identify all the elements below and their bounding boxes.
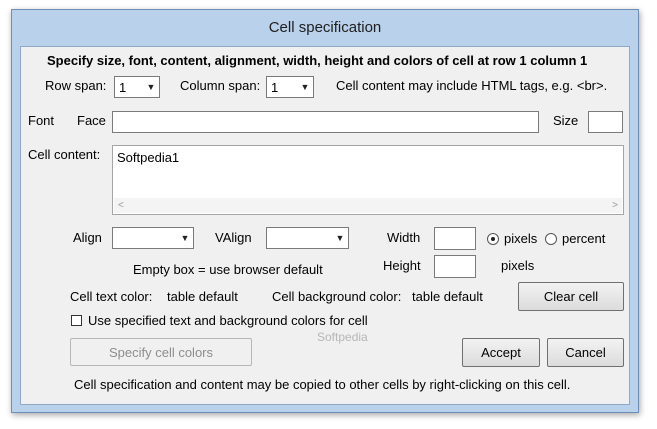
chevron-down-icon: ▼ xyxy=(180,233,190,243)
percent-radio-label: percent xyxy=(562,231,606,246)
text-color-label: Cell text color: xyxy=(70,289,153,304)
pixels-radio-label: pixels xyxy=(504,231,538,246)
width-input[interactable] xyxy=(434,227,476,250)
use-colors-checkbox[interactable] xyxy=(71,315,82,326)
cancel-button[interactable]: Cancel xyxy=(547,338,624,367)
footer-note: Cell specification and content may be co… xyxy=(74,377,571,392)
percent-radio[interactable] xyxy=(545,233,557,245)
column-span-label: Column span: xyxy=(180,78,261,93)
align-select[interactable]: ▼ xyxy=(112,227,194,249)
scroll-left-icon[interactable]: < xyxy=(118,198,124,213)
empty-box-note: Empty box = use browser default xyxy=(133,262,323,277)
text-color-value: table default xyxy=(167,289,238,304)
cell-content-label: Cell content: xyxy=(28,147,101,162)
cell-specification-dialog: Cell specification Specify size, font, c… xyxy=(11,9,639,413)
row-span-select[interactable]: 1 ▼ xyxy=(114,76,160,98)
chevron-down-icon: ▼ xyxy=(335,233,345,243)
height-unit-label: pixels xyxy=(501,258,535,273)
chevron-down-icon: ▼ xyxy=(146,82,156,92)
scroll-right-icon[interactable]: > xyxy=(612,198,618,213)
valign-select[interactable]: ▼ xyxy=(266,227,349,249)
align-label: Align xyxy=(73,230,102,245)
background-color-value: table default xyxy=(412,289,483,304)
chevron-down-icon: ▼ xyxy=(300,82,310,92)
html-note: Cell content may include HTML tags, e.g.… xyxy=(336,78,608,93)
row-span-value: 1 xyxy=(119,80,127,95)
font-face-input[interactable] xyxy=(112,111,539,133)
font-size-input[interactable] xyxy=(588,111,623,133)
background-color-label: Cell background color: xyxy=(272,289,402,304)
width-label: Width xyxy=(387,230,421,245)
pixels-radio[interactable] xyxy=(487,233,499,245)
dialog-client-area: Specify size, font, content, alignment, … xyxy=(20,46,630,405)
window-title: Cell specification xyxy=(268,19,382,36)
horizontal-scrollbar[interactable]: < > xyxy=(114,198,622,213)
valign-label: VAlign xyxy=(215,230,252,245)
use-colors-checkbox-label: Use specified text and background colors… xyxy=(88,313,368,328)
header-text: Specify size, font, content, alignment, … xyxy=(47,53,588,68)
font-face-label: Face xyxy=(77,113,106,128)
accept-button[interactable]: Accept xyxy=(462,338,540,367)
font-label: Font xyxy=(28,113,55,128)
column-span-select[interactable]: 1 ▼ xyxy=(266,76,314,98)
row-span-label: Row span: xyxy=(45,78,107,93)
specify-cell-colors-button[interactable]: Specify cell colors xyxy=(70,338,252,366)
height-input[interactable] xyxy=(434,255,476,278)
cell-content-value: Softpedia1 xyxy=(117,150,180,165)
watermark-text: Softpedia xyxy=(317,330,368,344)
column-span-value: 1 xyxy=(271,80,279,95)
clear-cell-button[interactable]: Clear cell xyxy=(518,282,624,311)
height-label: Height xyxy=(383,258,421,273)
font-size-label: Size xyxy=(553,113,579,128)
cell-content-textarea[interactable]: Softpedia1 < > xyxy=(112,145,624,215)
